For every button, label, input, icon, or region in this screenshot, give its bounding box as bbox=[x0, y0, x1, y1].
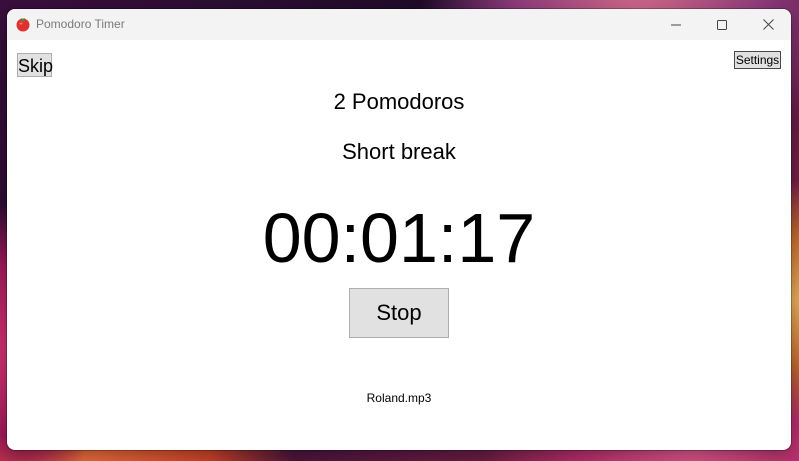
settings-button[interactable]: Settings bbox=[734, 51, 781, 69]
maximize-icon bbox=[717, 19, 727, 30]
tomato-icon bbox=[15, 16, 31, 32]
pomodoro-count: 2 Pomodoros bbox=[333, 89, 465, 114]
window-title: Pomodoro Timer bbox=[36, 17, 125, 31]
title-bar[interactable]: Pomodoro Timer bbox=[7, 9, 791, 40]
close-button[interactable] bbox=[745, 9, 791, 40]
minimize-icon bbox=[671, 20, 681, 30]
skip-button[interactable]: Skip bbox=[17, 53, 53, 77]
countdown-timer: 00:01:17 bbox=[262, 199, 536, 277]
minimize-button[interactable] bbox=[653, 9, 699, 40]
stop-button[interactable]: Stop bbox=[349, 288, 449, 338]
close-icon bbox=[762, 19, 774, 30]
phase-label: Short break bbox=[342, 139, 456, 164]
timer-panel: Skip Settings 2 Pomodoros Short break 00… bbox=[7, 40, 791, 450]
app-window: Pomodoro Timer Skip Settings 2 Pomodoros… bbox=[7, 9, 791, 450]
sound-file-label: Roland.mp3 bbox=[366, 391, 432, 405]
maximize-button[interactable] bbox=[699, 9, 745, 40]
